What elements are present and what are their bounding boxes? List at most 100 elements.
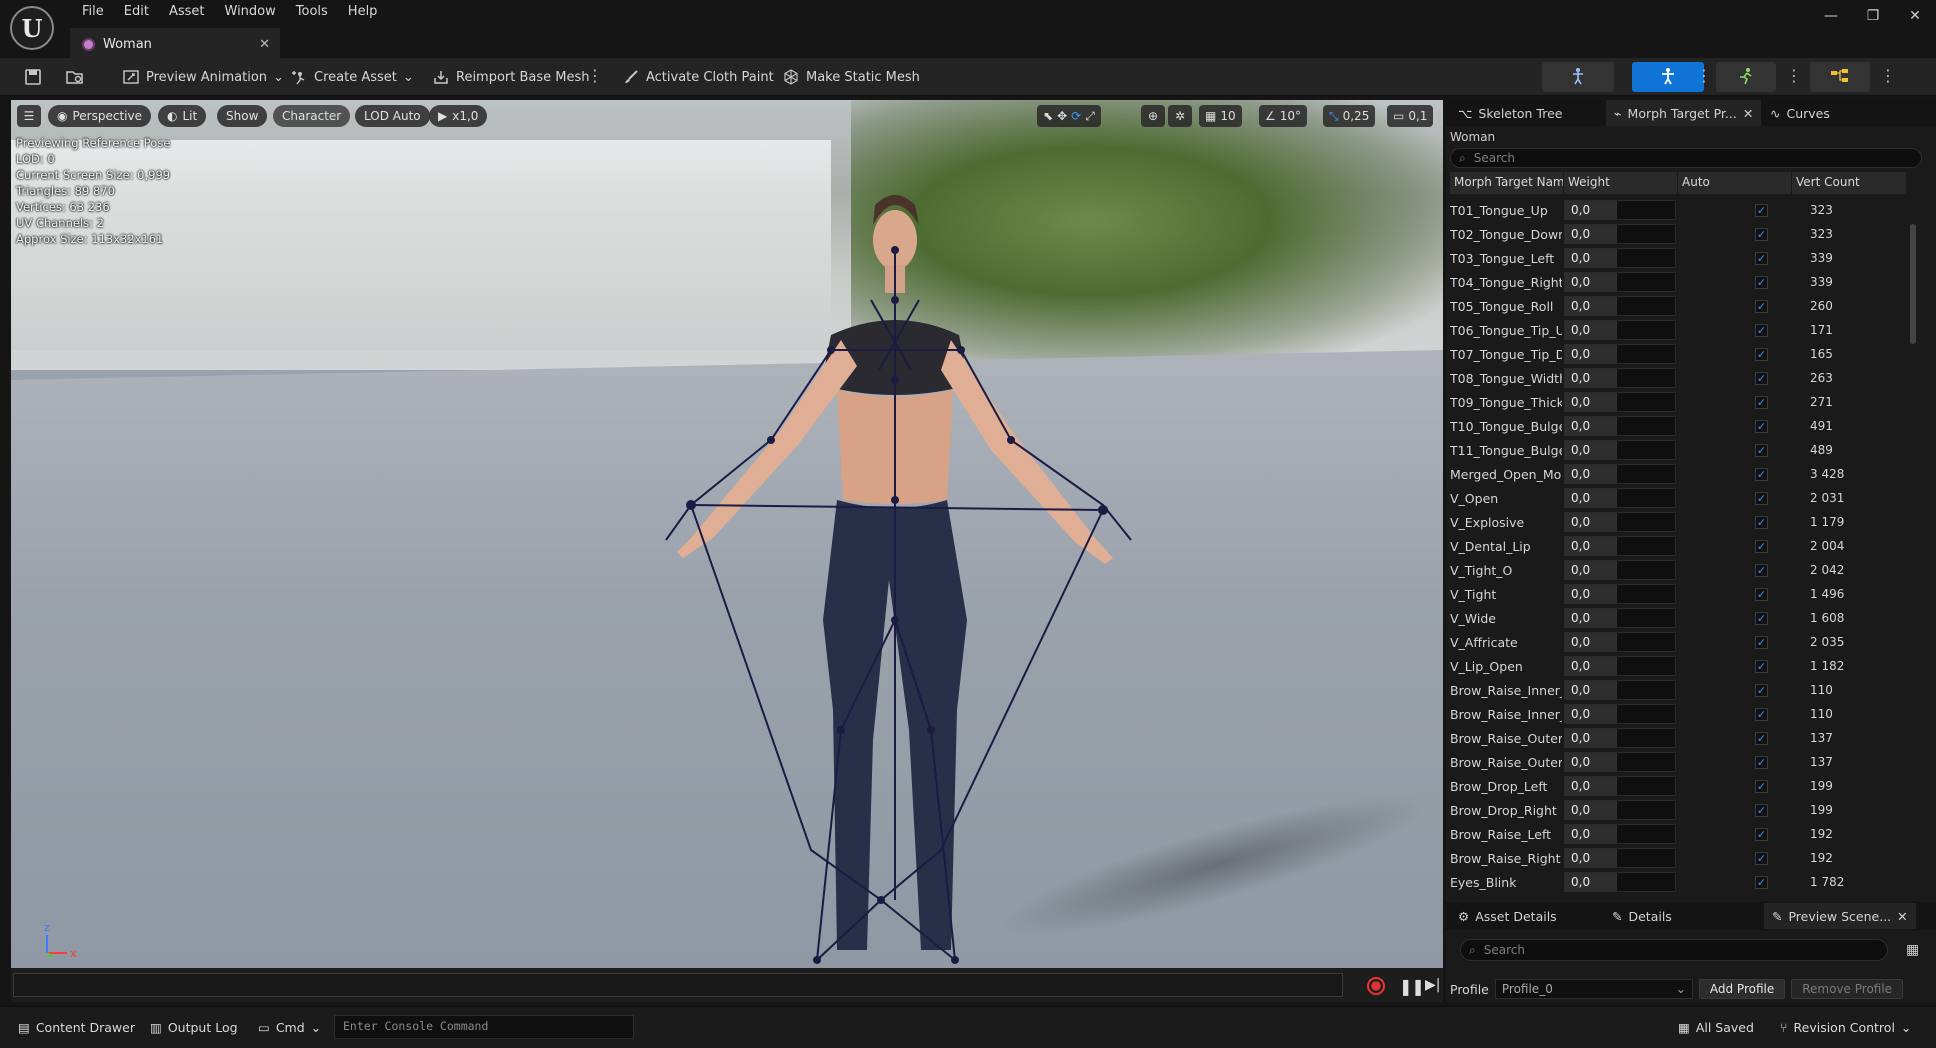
- weight-field[interactable]: 0,0: [1564, 488, 1676, 508]
- weight-field[interactable]: 0,0: [1564, 656, 1676, 676]
- weight-value[interactable]: 0,0: [1565, 825, 1617, 843]
- auto-checkbox[interactable]: ✓: [1755, 875, 1768, 889]
- table-row[interactable]: T11_Tongue_Bulge_Right0,0 ✓ 489: [1450, 438, 1906, 462]
- auto-checkbox[interactable]: ✓: [1755, 779, 1768, 793]
- weight-field[interactable]: 0,0: [1564, 296, 1676, 316]
- weight-field[interactable]: 0,0: [1564, 728, 1676, 748]
- weight-field[interactable]: 0,0: [1564, 440, 1676, 460]
- preview-animation-button[interactable]: Preview Animation ⌄: [118, 64, 288, 90]
- preview-viewport[interactable]: ☰ ◉ Perspective ◐ Lit Show Character LOD…: [11, 100, 1443, 968]
- table-row[interactable]: Brow_Raise_Left 0,0 ✓ 192: [1450, 822, 1906, 846]
- table-row[interactable]: V_Affricate 0,0 ✓ 2 035: [1450, 630, 1906, 654]
- weight-field[interactable]: 0,0: [1564, 200, 1676, 220]
- weight-value[interactable]: 0,0: [1565, 297, 1617, 315]
- unreal-logo-icon[interactable]: U: [10, 6, 54, 50]
- weight-field[interactable]: 0,0: [1564, 512, 1676, 532]
- table-row[interactable]: T07_Tongue_Tip_Down0,0 ✓ 165: [1450, 342, 1906, 366]
- table-row[interactable]: T10_Tongue_Bulge_Left0,0 ✓ 491: [1450, 414, 1906, 438]
- output-log-button[interactable]: ▥ Output Log: [150, 1015, 238, 1039]
- weight-value[interactable]: 0,0: [1565, 585, 1617, 603]
- animation-mode-options-icon[interactable]: ⋮: [1786, 66, 1802, 86]
- weight-field[interactable]: 0,0: [1564, 560, 1676, 580]
- table-row[interactable]: Merged_Open_Mouth0,0 ✓ 3 428: [1450, 462, 1906, 486]
- weight-value[interactable]: 0,0: [1565, 873, 1617, 891]
- create-asset-button[interactable]: Create Asset ⌄: [286, 64, 418, 90]
- lit-button[interactable]: ◐ Lit: [158, 105, 207, 127]
- perspective-button[interactable]: ◉ Perspective: [48, 105, 151, 127]
- auto-checkbox[interactable]: ✓: [1755, 515, 1768, 529]
- skeletal-mesh-mode-button[interactable]: [1632, 62, 1704, 92]
- weight-value[interactable]: 0,0: [1565, 321, 1617, 339]
- reimport-base-mesh-button[interactable]: Reimport Base Mesh: [428, 64, 594, 90]
- table-row[interactable]: V_Dental_Lip 0,0 ✓ 2 004: [1450, 534, 1906, 558]
- weight-value[interactable]: 0,0: [1565, 249, 1617, 267]
- tab-details[interactable]: ✎ Details: [1604, 903, 1680, 929]
- auto-checkbox[interactable]: ✓: [1755, 419, 1768, 433]
- auto-checkbox[interactable]: ✓: [1755, 635, 1768, 649]
- all-saved-button[interactable]: ▦ All Saved: [1678, 1015, 1754, 1039]
- weight-field[interactable]: 0,0: [1564, 368, 1676, 388]
- pause-button[interactable]: ❚❚: [1399, 977, 1425, 996]
- table-row[interactable]: Brow_Drop_Left 0,0 ✓ 199: [1450, 774, 1906, 798]
- auto-checkbox[interactable]: ✓: [1755, 659, 1768, 673]
- editor-tab-woman[interactable]: Woman ✕: [70, 28, 280, 58]
- skeleton-mode-button[interactable]: [1542, 62, 1614, 92]
- scrollbar[interactable]: [1910, 224, 1916, 344]
- weight-field[interactable]: 0,0: [1564, 392, 1676, 412]
- auto-checkbox[interactable]: ✓: [1755, 371, 1768, 385]
- tab-curves[interactable]: ∿ Curves: [1762, 100, 1838, 126]
- viewport-menu-icon[interactable]: ☰: [17, 105, 41, 127]
- table-row[interactable]: Brow_Raise_Outer_Left0,0 ✓ 137: [1450, 726, 1906, 750]
- close-tab-icon[interactable]: ✕: [259, 37, 270, 52]
- auto-checkbox[interactable]: ✓: [1755, 227, 1768, 241]
- auto-checkbox[interactable]: ✓: [1755, 539, 1768, 553]
- menu-help[interactable]: Help: [338, 2, 388, 24]
- auto-checkbox[interactable]: ✓: [1755, 467, 1768, 481]
- activate-cloth-paint-button[interactable]: Activate Cloth Paint: [618, 64, 778, 90]
- weight-field[interactable]: 0,0: [1564, 824, 1676, 844]
- weight-field[interactable]: 0,0: [1564, 464, 1676, 484]
- weight-value[interactable]: 0,0: [1565, 369, 1617, 387]
- revision-control-button[interactable]: ⑂ Revision Control ⌄: [1780, 1015, 1911, 1039]
- table-row[interactable]: Eyes_Blink 0,0 ✓ 1 782: [1450, 870, 1906, 894]
- auto-checkbox[interactable]: ✓: [1755, 347, 1768, 361]
- menu-edit[interactable]: Edit: [114, 2, 159, 24]
- blueprint-mode-options-icon[interactable]: ⋮: [1880, 66, 1896, 86]
- menu-file[interactable]: File: [72, 2, 114, 24]
- tab-morph-target-preview[interactable]: ⌁ Morph Target Pr... ✕: [1606, 100, 1762, 126]
- table-row[interactable]: V_Open 0,0 ✓ 2 031: [1450, 486, 1906, 510]
- rotate-icon[interactable]: ⟳: [1071, 109, 1081, 123]
- scale-icon[interactable]: ⤢: [1085, 109, 1095, 124]
- weight-field[interactable]: 0,0: [1564, 704, 1676, 724]
- weight-field[interactable]: 0,0: [1564, 608, 1676, 628]
- profile-dropdown[interactable]: Profile_0 ⌄: [1494, 979, 1693, 999]
- camera-local-icon[interactable]: ⊕: [1141, 105, 1165, 127]
- morph-search-input[interactable]: ⌕ Search: [1450, 148, 1922, 168]
- weight-field[interactable]: 0,0: [1564, 320, 1676, 340]
- lod-button[interactable]: LOD Auto: [355, 105, 430, 127]
- minimize-icon[interactable]: —: [1810, 0, 1852, 32]
- remove-profile-button[interactable]: Remove Profile: [1791, 979, 1904, 999]
- weight-value[interactable]: 0,0: [1565, 753, 1617, 771]
- weight-field[interactable]: 0,0: [1564, 584, 1676, 604]
- col-morph-target-name[interactable]: Morph Target Nam: [1450, 172, 1564, 194]
- table-row[interactable]: T08_Tongue_Width 0,0 ✓ 263: [1450, 366, 1906, 390]
- weight-value[interactable]: 0,0: [1565, 777, 1617, 795]
- table-row[interactable]: V_Lip_Open 0,0 ✓ 1 182: [1450, 654, 1906, 678]
- weight-value[interactable]: 0,0: [1565, 537, 1617, 555]
- auto-checkbox[interactable]: ✓: [1755, 731, 1768, 745]
- weight-field[interactable]: 0,0: [1564, 416, 1676, 436]
- mesh-mode-options-icon[interactable]: ⋮: [1696, 66, 1712, 86]
- auto-checkbox[interactable]: ✓: [1755, 275, 1768, 289]
- table-row[interactable]: T04_Tongue_Right 0,0 ✓ 339: [1450, 270, 1906, 294]
- close-tab-icon[interactable]: ✕: [1897, 909, 1907, 924]
- auto-checkbox[interactable]: ✓: [1755, 203, 1768, 217]
- table-row[interactable]: V_Explosive 0,0 ✓ 1 179: [1450, 510, 1906, 534]
- auto-checkbox[interactable]: ✓: [1755, 251, 1768, 265]
- table-row[interactable]: T03_Tongue_Left 0,0 ✓ 339: [1450, 246, 1906, 270]
- make-static-mesh-button[interactable]: Make Static Mesh: [778, 64, 924, 90]
- weight-value[interactable]: 0,0: [1565, 561, 1617, 579]
- property-matrix-icon[interactable]: ▦: [1906, 942, 1919, 958]
- console-command-input[interactable]: Enter Console Command: [334, 1015, 634, 1039]
- table-row[interactable]: V_Tight_O 0,0 ✓ 2 042: [1450, 558, 1906, 582]
